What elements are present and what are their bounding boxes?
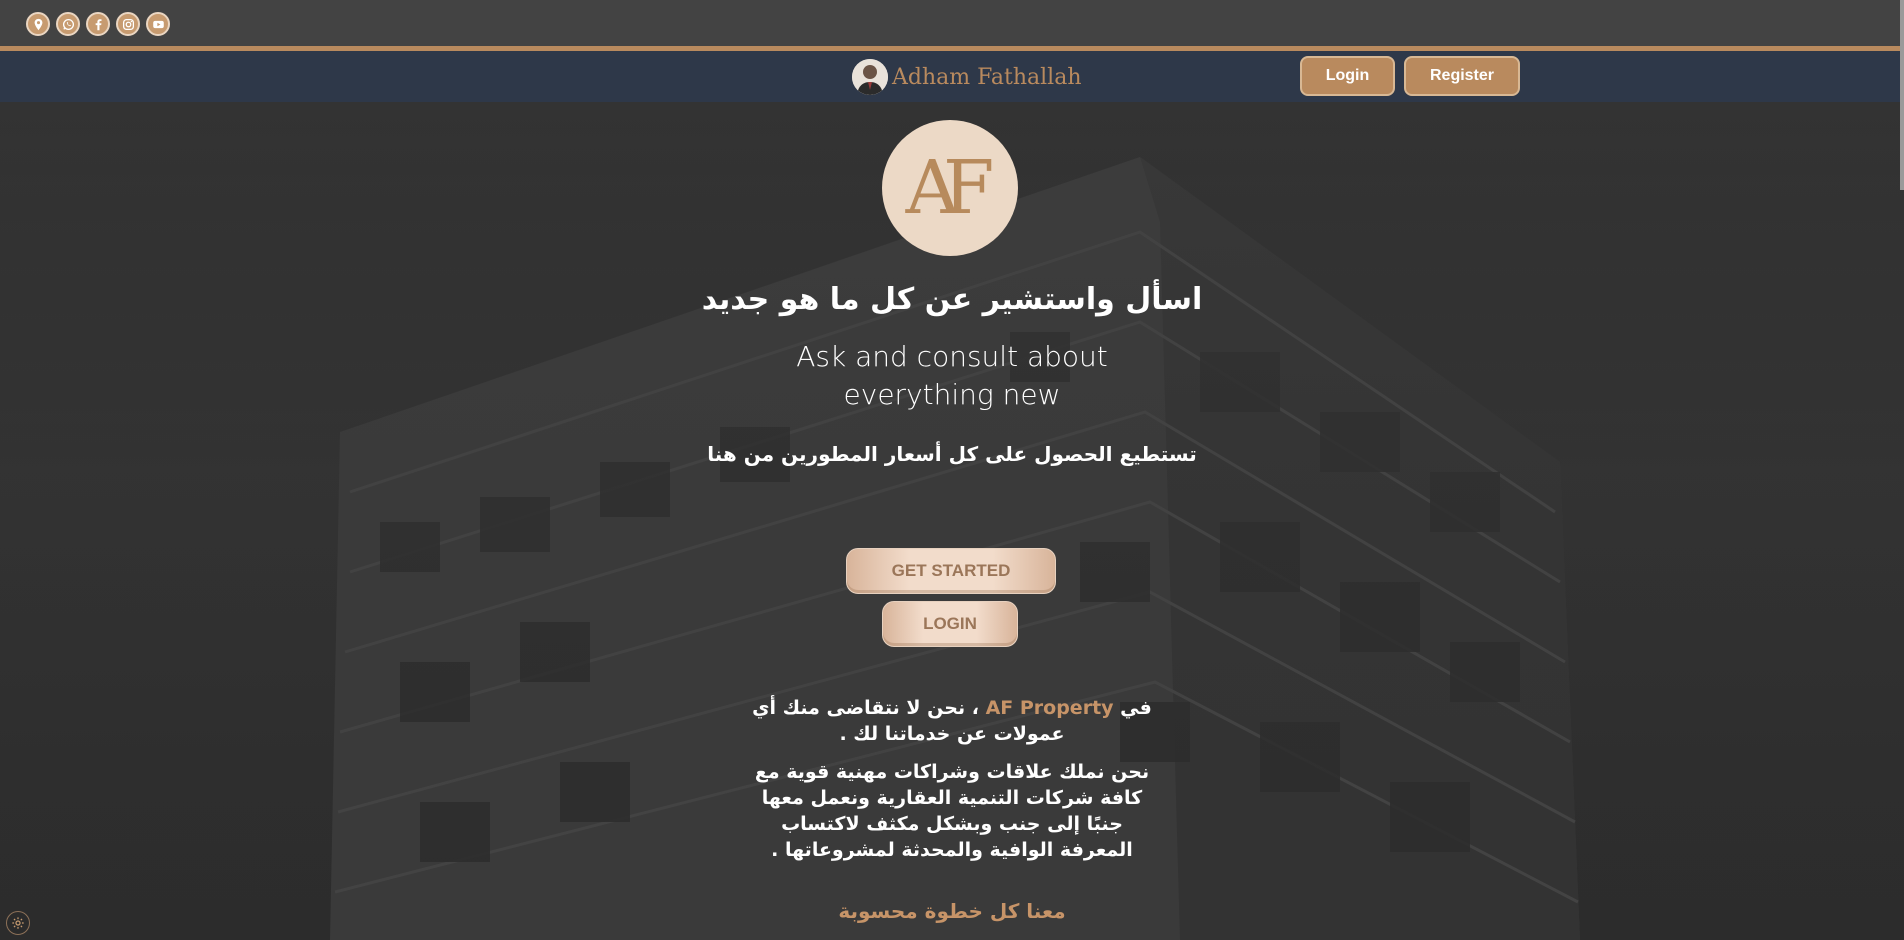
whatsapp-icon[interactable] <box>56 12 80 36</box>
hero-login-button[interactable]: LOGIN <box>882 601 1018 647</box>
brand-highlight: AF Property <box>985 697 1114 719</box>
partnerships-paragraph: نحن نملك علاقات وشراكات مهنية قوية مع كا… <box>754 761 1150 861</box>
youtube-icon[interactable] <box>146 12 170 36</box>
gear-icon <box>12 917 24 929</box>
heading-arabic: اسأل واستشير عن كل ما هو جديد <box>701 282 1203 317</box>
para1-prefix: في <box>1120 697 1152 719</box>
af-logo: AF <box>882 120 1018 256</box>
brand[interactable]: Adham Fathallah <box>852 59 1081 95</box>
page: Adham Fathallah Login Register AF اسأل و… <box>0 0 1904 940</box>
tagline: معنا كل خطوة محسوبة <box>838 899 1066 923</box>
hero-section: AF اسأل واستشير عن كل ما هو جديد Ask and… <box>0 102 1904 940</box>
subheading-arabic: تستطيع الحصول على كل أسعار المطورين من ه… <box>707 442 1197 466</box>
social-links <box>26 12 170 36</box>
settings-button[interactable] <box>6 911 30 935</box>
scrollbar[interactable] <box>1900 0 1904 190</box>
facebook-icon[interactable] <box>86 12 110 36</box>
get-started-button[interactable]: GET STARTED <box>846 548 1056 594</box>
location-pin-icon[interactable] <box>26 12 50 36</box>
navbar: Adham Fathallah Login Register <box>0 51 1904 102</box>
avatar <box>852 59 888 95</box>
instagram-icon[interactable] <box>116 12 140 36</box>
login-button[interactable]: Login <box>1300 56 1395 96</box>
hero-content: AF اسأل واستشير عن كل ما هو جديد Ask and… <box>0 102 1904 940</box>
af-logo-text: AF <box>905 145 995 231</box>
heading-english: Ask and consult about everything new <box>796 340 1108 411</box>
register-button[interactable]: Register <box>1404 56 1520 96</box>
brand-name: Adham Fathallah <box>892 64 1082 90</box>
top-social-bar <box>0 0 1904 51</box>
commission-paragraph: في AF Property ، نحن لا نتقاضى منك أي عم… <box>752 695 1152 747</box>
